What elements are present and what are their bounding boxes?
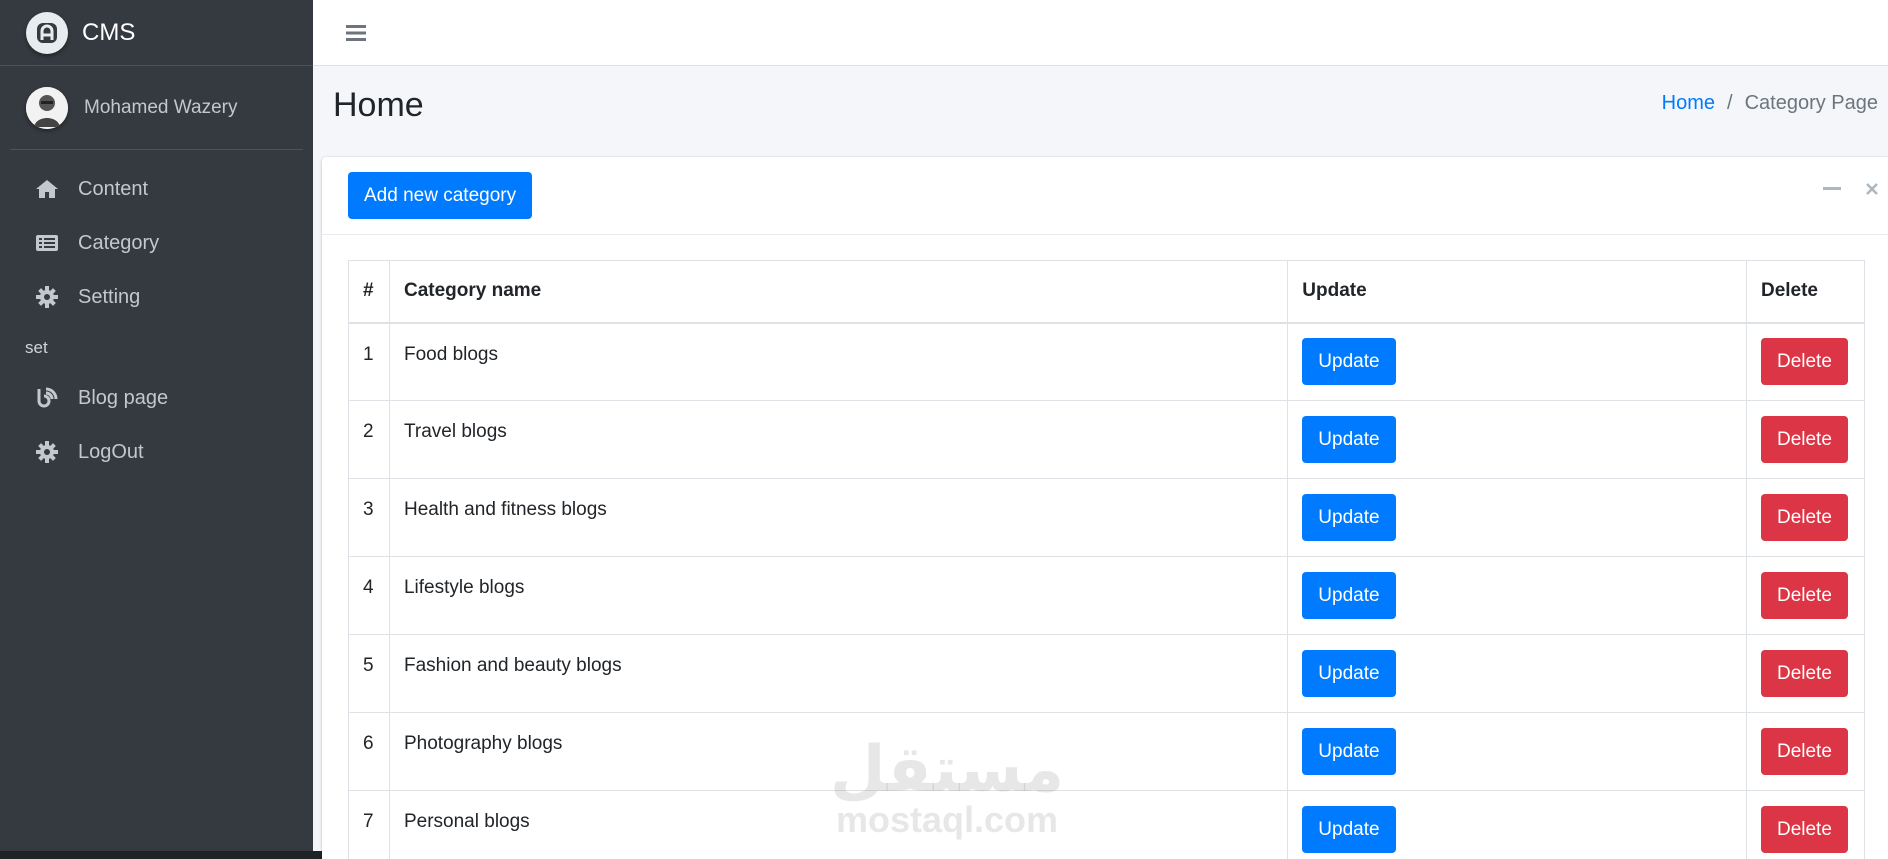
update-button[interactable]: Update: [1302, 728, 1396, 775]
update-button[interactable]: Update: [1302, 416, 1396, 463]
column-header-number: #: [348, 260, 390, 324]
update-cell: Update: [1287, 322, 1747, 401]
user-name: Mohamed Wazery: [84, 96, 238, 118]
update-cell: Update: [1287, 400, 1747, 479]
table-row: 1 Food blogs Update Delete: [348, 322, 1866, 401]
table-row: 2 Travel blogs Update Delete: [348, 400, 1866, 479]
row-number: 7: [348, 790, 390, 859]
row-number: 4: [348, 556, 390, 635]
sidebar-item-label: Setting: [78, 285, 141, 308]
card-header: Add new category: [322, 157, 1888, 235]
update-cell: Update: [1287, 556, 1747, 635]
brand-logo-icon: [26, 11, 68, 54]
gear-icon: [34, 284, 60, 310]
blog-icon: [34, 385, 60, 411]
row-number: 3: [348, 478, 390, 557]
delete-cell: Delete: [1745, 400, 1866, 479]
delete-button[interactable]: Delete: [1760, 728, 1848, 775]
sidebar-item-setting[interactable]: Setting: [0, 270, 313, 324]
column-header-update: Update: [1287, 260, 1747, 324]
delete-button[interactable]: Delete: [1760, 572, 1848, 619]
delete-cell: Delete: [1745, 322, 1866, 401]
sidebar-item-label: LogOut: [78, 440, 144, 463]
delete-button[interactable]: Delete: [1760, 806, 1848, 853]
category-table-wrapper: # Category name Update Delete 1 Food blo…: [348, 260, 1866, 859]
brand-link[interactable]: CMS: [0, 0, 313, 66]
sidebar-item-label: Blog page: [78, 386, 169, 409]
hamburger-menu-icon[interactable]: [343, 20, 369, 46]
category-name: Fashion and beauty blogs: [388, 634, 1289, 713]
update-button[interactable]: Update: [1302, 650, 1396, 697]
sidebar-item-logout[interactable]: LogOut: [0, 425, 313, 479]
update-button[interactable]: Update: [1302, 572, 1396, 619]
sidebar-section-header: set: [25, 337, 48, 357]
delete-cell: Delete: [1745, 556, 1866, 635]
delete-cell: Delete: [1745, 712, 1866, 791]
row-number: 5: [348, 634, 390, 713]
card-tools: [1822, 179, 1882, 199]
update-cell: Update: [1287, 634, 1747, 713]
column-header-category-name: Category name: [388, 260, 1289, 324]
sidebar-item-label: Content: [78, 177, 149, 200]
delete-button[interactable]: Delete: [1760, 494, 1848, 541]
update-button[interactable]: Update: [1302, 338, 1396, 386]
update-cell: Update: [1287, 790, 1747, 859]
breadcrumb-home-link[interactable]: Home: [1662, 92, 1715, 115]
sidebar-nav: Content Category Setting set Blog page L…: [0, 150, 313, 479]
category-name: Personal blogs: [388, 790, 1289, 859]
horizontal-scrollbar[interactable]: [0, 851, 357, 859]
top-navbar: [313, 0, 1888, 66]
list-icon: [34, 230, 60, 256]
table-row: 4 Lifestyle blogs Update Delete: [348, 556, 1866, 635]
add-category-button[interactable]: Add new category: [348, 172, 533, 219]
update-button[interactable]: Update: [1302, 494, 1396, 541]
category-name: Lifestyle blogs: [388, 556, 1289, 635]
update-cell: Update: [1287, 712, 1747, 791]
breadcrumb: Home / Category Page: [1662, 92, 1878, 115]
column-header-delete: Delete: [1745, 260, 1866, 324]
sidebar-item-category[interactable]: Category: [0, 216, 313, 270]
sidebar: CMS Mohamed Wazery Content Category Sett…: [0, 0, 357, 859]
sidebar-item-blog-page[interactable]: Blog page: [0, 371, 313, 425]
breadcrumb-separator: /: [1727, 92, 1733, 114]
close-icon[interactable]: [1862, 179, 1882, 199]
category-name: Travel blogs: [388, 400, 1289, 479]
category-name: Health and fitness blogs: [388, 478, 1289, 557]
home-icon: [34, 176, 60, 202]
delete-cell: Delete: [1745, 634, 1866, 713]
minimize-icon[interactable]: [1822, 179, 1842, 199]
table-row: 3 Health and fitness blogs Update Delete: [348, 478, 1866, 557]
row-number: 6: [348, 712, 390, 791]
delete-button[interactable]: Delete: [1760, 650, 1848, 697]
category-name: Food blogs: [388, 322, 1289, 401]
sidebar-item-content[interactable]: Content: [0, 162, 313, 216]
table-header-row: # Category name Update Delete: [348, 260, 1866, 324]
update-cell: Update: [1287, 478, 1747, 557]
row-number: 1: [348, 322, 390, 401]
sidebar-item-label: Category: [78, 231, 160, 254]
table-row: 7 Personal blogs Update Delete: [348, 790, 1866, 859]
category-table: # Category name Update Delete 1 Food blo…: [348, 260, 1866, 859]
breadcrumb-current: Category Page: [1744, 92, 1878, 114]
delete-button[interactable]: Delete: [1760, 338, 1848, 386]
brand-text: CMS: [82, 18, 136, 46]
delete-button[interactable]: Delete: [1760, 416, 1848, 463]
category-name: Photography blogs: [388, 712, 1289, 791]
delete-cell: Delete: [1745, 790, 1866, 859]
gear-icon: [34, 439, 60, 465]
avatar: [26, 86, 68, 129]
page-title: Home: [333, 86, 424, 124]
user-panel[interactable]: Mohamed Wazery: [10, 66, 303, 150]
update-button[interactable]: Update: [1302, 806, 1396, 853]
table-row: 5 Fashion and beauty blogs Update Delete: [348, 634, 1866, 713]
category-card: Add new category # Category name Update …: [322, 157, 1888, 859]
row-number: 2: [348, 400, 390, 479]
delete-cell: Delete: [1745, 478, 1866, 557]
table-row: 6 Photography blogs Update Delete: [348, 712, 1866, 791]
